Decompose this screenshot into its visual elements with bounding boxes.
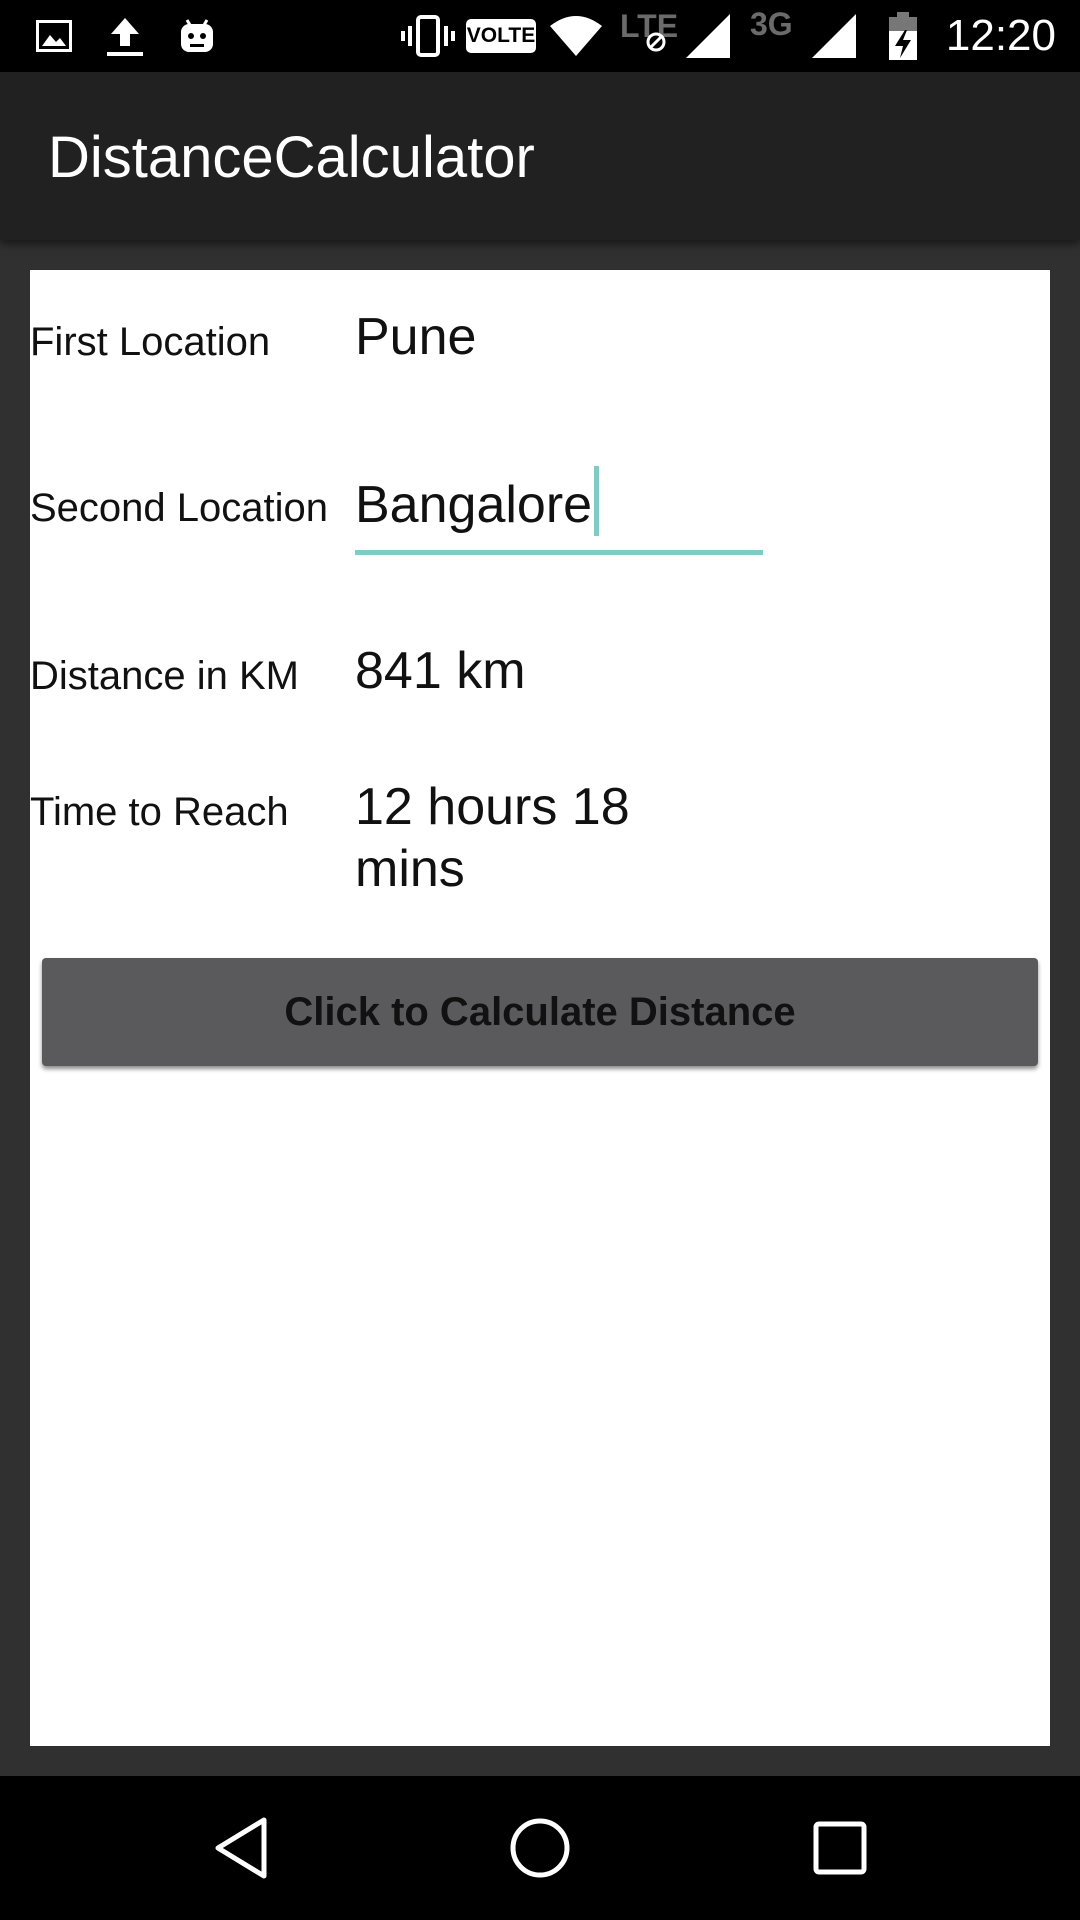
home-icon[interactable] bbox=[460, 1776, 620, 1920]
navigation-bar bbox=[0, 1776, 1080, 1920]
distance-value: 841 km bbox=[355, 642, 526, 700]
volte-icon: VOLTE bbox=[466, 19, 536, 53]
screen: VOLTE LTE 3G 12:20 DistanceCalculator Fi… bbox=[0, 0, 1080, 1920]
app-bar: DistanceCalculator bbox=[0, 72, 1080, 240]
back-icon[interactable] bbox=[162, 1776, 322, 1920]
3g-signal-icon bbox=[810, 0, 858, 72]
gallery-icon bbox=[34, 0, 74, 72]
second-location-field[interactable]: Bangalore bbox=[355, 466, 763, 556]
battery-charging-icon bbox=[886, 0, 920, 72]
wifi-icon bbox=[548, 0, 604, 72]
second-location-underline bbox=[355, 550, 763, 555]
distance-label: Distance in KM bbox=[30, 654, 299, 698]
content-card: First Location Pune Second Location Bang… bbox=[30, 270, 1050, 1746]
first-location-value[interactable]: Pune bbox=[355, 306, 476, 368]
upload-icon bbox=[102, 0, 148, 72]
text-cursor bbox=[594, 466, 600, 536]
status-bar: VOLTE LTE 3G 12:20 bbox=[0, 0, 1080, 72]
status-time: 12:20 bbox=[945, 11, 1056, 60]
calculate-distance-button-label: Click to Calculate Distance bbox=[284, 989, 796, 1034]
time-value: 12 hours 18 mins bbox=[355, 778, 630, 898]
time-label: Time to Reach bbox=[30, 790, 289, 834]
no-data-icon bbox=[636, 0, 676, 72]
android-icon bbox=[176, 0, 218, 72]
second-location-input[interactable]: Bangalore bbox=[355, 476, 592, 534]
recents-icon[interactable] bbox=[760, 1776, 920, 1920]
app-title: DistanceCalculator bbox=[48, 125, 535, 190]
calculate-distance-button[interactable]: Click to Calculate Distance bbox=[42, 958, 1038, 1066]
second-location-label: Second Location bbox=[30, 486, 329, 530]
first-location-label: First Location bbox=[30, 320, 271, 364]
vibrate-icon bbox=[398, 0, 458, 72]
lte-signal-icon bbox=[684, 0, 732, 72]
3g-label: 3G bbox=[750, 6, 793, 42]
